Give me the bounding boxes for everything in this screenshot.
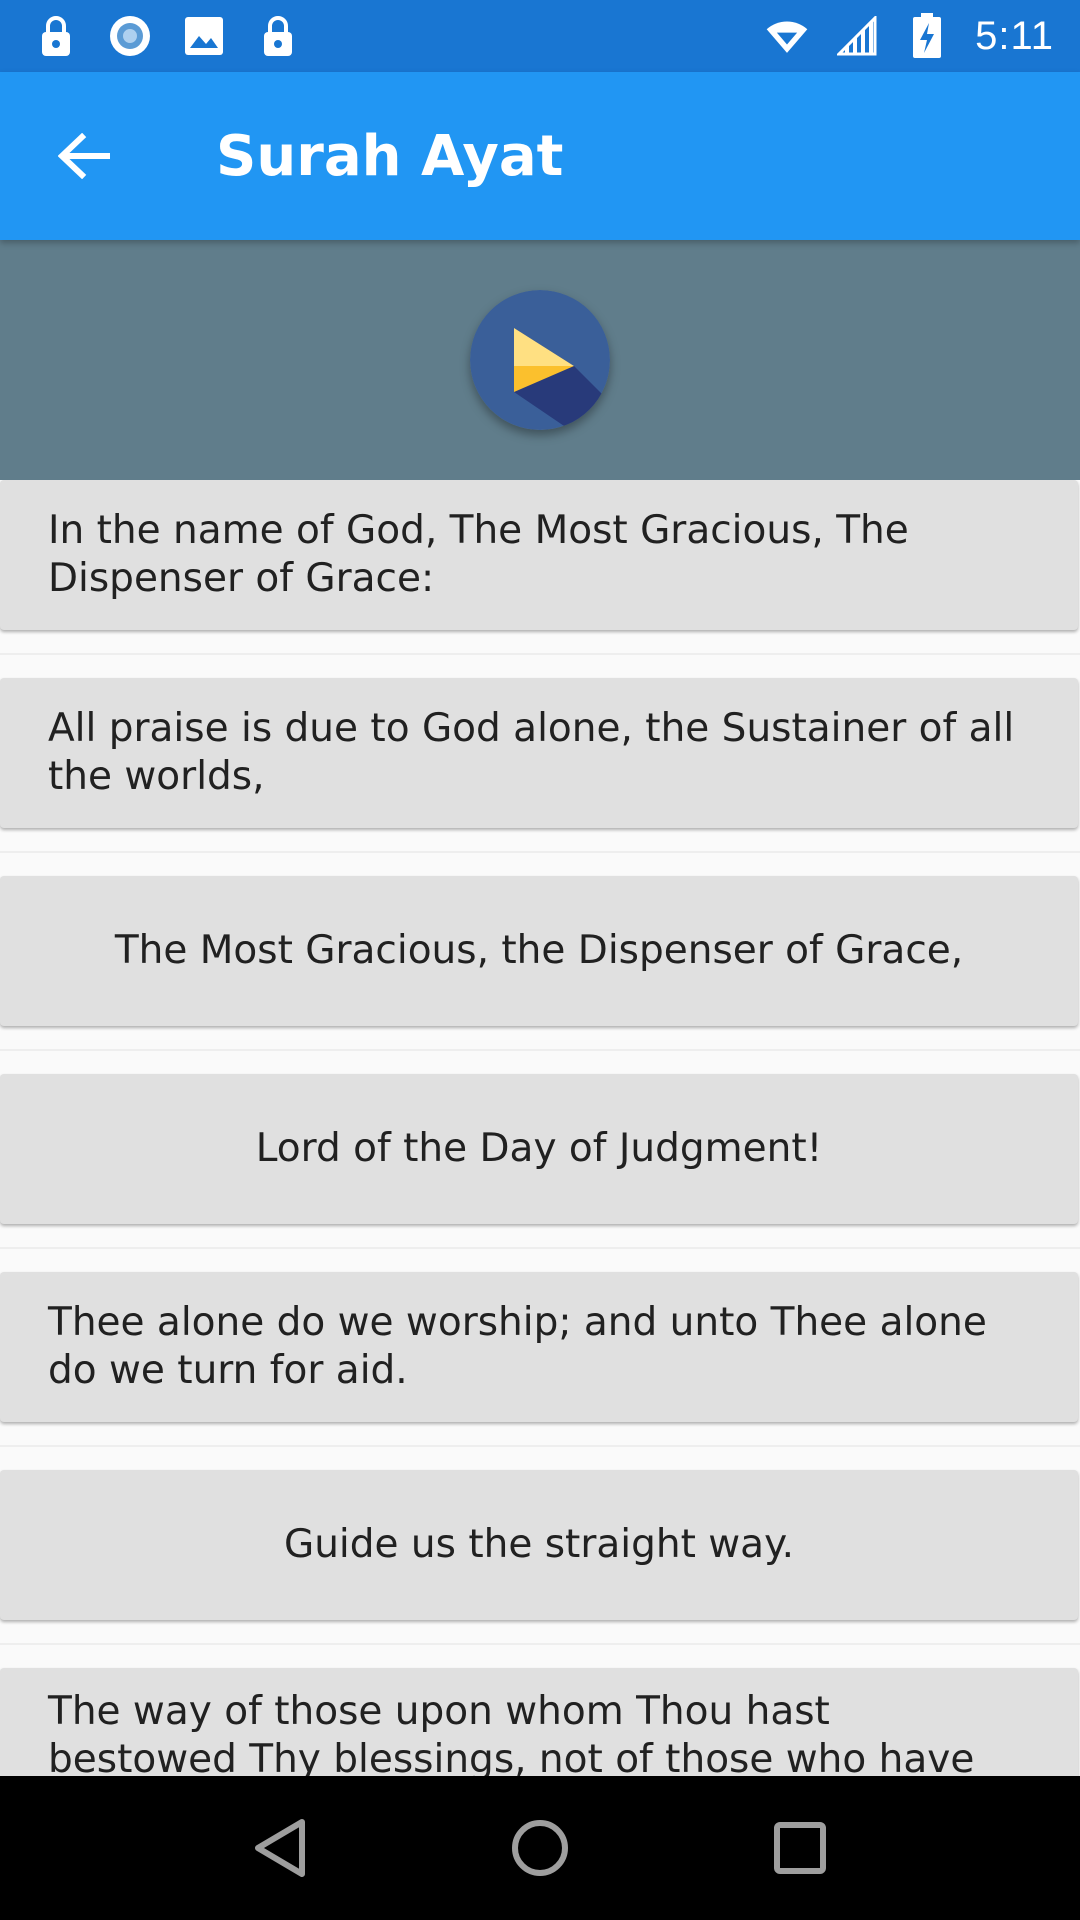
ayah-card[interactable]: In the name of God, The Most Gracious, T…: [0, 480, 1078, 630]
lock-icon: [256, 14, 300, 58]
system-navigation-bar: [0, 1776, 1080, 1920]
ayah-text: All praise is due to God alone, the Sust…: [48, 706, 1015, 799]
page-title: Surah Ayat: [216, 123, 564, 189]
cell-signal-icon: [835, 14, 879, 58]
divider: [0, 1247, 1080, 1249]
nav-home-button[interactable]: [492, 1800, 588, 1896]
ayah-text: The Most Gracious, the Dispenser of Grac…: [114, 928, 964, 973]
divider: [0, 1643, 1080, 1645]
audio-player-header: [0, 240, 1080, 480]
divider: [0, 1049, 1080, 1051]
app-bar: Surah Ayat: [0, 72, 1080, 240]
nav-recents-button[interactable]: [752, 1800, 848, 1896]
ayat-list[interactable]: In the name of God, The Most Gracious, T…: [0, 480, 1080, 1776]
ayah-card[interactable]: Thee alone do we worship; and unto Thee …: [0, 1272, 1078, 1422]
ayah-card[interactable]: All praise is due to God alone, the Sust…: [0, 678, 1078, 828]
nav-back-button[interactable]: [232, 1800, 328, 1896]
ayah-text: Guide us the straight way.: [283, 1522, 794, 1567]
back-triangle-icon: [255, 1819, 305, 1877]
ayah-card[interactable]: The Most Gracious, the Dispenser of Grac…: [0, 876, 1078, 1026]
ayah-text: Lord of the Day of Judgment!: [255, 1126, 823, 1171]
status-right-icons: 5:11: [765, 13, 1054, 59]
recents-square-icon: [774, 1822, 826, 1874]
home-circle-icon: [512, 1820, 568, 1876]
status-bar: 5:11: [0, 0, 1080, 72]
back-button[interactable]: [36, 108, 132, 204]
divider: [0, 851, 1080, 853]
status-left-icons: [34, 14, 300, 58]
play-button[interactable]: [470, 290, 610, 430]
image-icon: [182, 14, 226, 58]
divider: [0, 1445, 1080, 1447]
wifi-icon: [765, 14, 809, 58]
ayah-text: In the name of God, The Most Gracious, T…: [48, 508, 909, 601]
ayah-text: Thee alone do we worship; and unto Thee …: [48, 1300, 987, 1393]
divider: [0, 653, 1080, 655]
play-icon: [470, 290, 610, 430]
arrow-back-icon: [58, 133, 110, 179]
circle-notification-icon: [108, 14, 152, 58]
clock: 5:11: [975, 13, 1054, 58]
lock-icon: [34, 14, 78, 58]
battery-charging-icon: [905, 13, 949, 58]
ayah-card[interactable]: Guide us the straight way.: [0, 1470, 1078, 1620]
ayah-card[interactable]: Lord of the Day of Judgment!: [0, 1074, 1078, 1224]
ayah-card[interactable]: The way of those upon whom Thou hast bes…: [0, 1668, 1078, 1776]
ayah-text: The way of those upon whom Thou hast bes…: [48, 1689, 975, 1776]
